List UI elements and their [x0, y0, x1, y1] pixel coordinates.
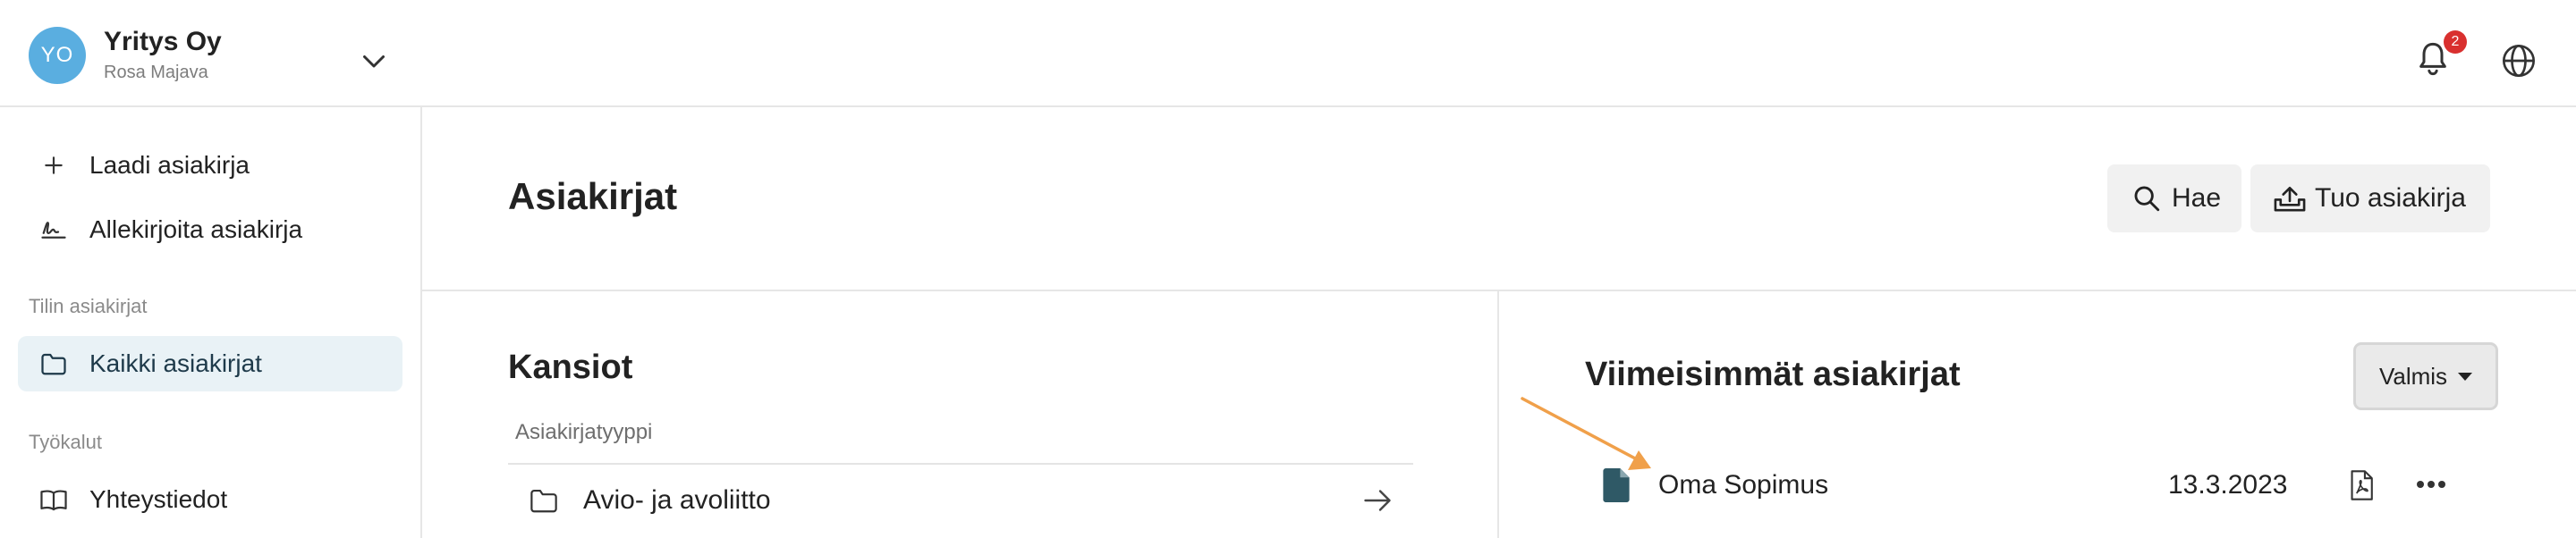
- folder-row-label: Avio- ja avoliitto: [583, 485, 771, 515]
- sidebar-item-contacts[interactable]: Yhteystiedot: [18, 472, 402, 527]
- divider: [508, 463, 1413, 465]
- chevron-down-icon[interactable]: [358, 45, 390, 77]
- sidebar-item-create-document[interactable]: Laadi asiakirja: [18, 138, 402, 193]
- sidebar-item-label: Laadi asiakirja: [89, 151, 250, 179]
- section-label-tools: Työkalut: [29, 431, 102, 453]
- globe-icon[interactable]: [2501, 43, 2537, 79]
- plus-icon: [36, 147, 72, 183]
- document-date: 13.3.2023: [2168, 470, 2288, 500]
- sidebar-item-sign-document[interactable]: Allekirjoita asiakirja: [18, 202, 402, 257]
- search-button[interactable]: Hae: [2107, 164, 2241, 232]
- folder-icon: [36, 346, 72, 382]
- folder-row[interactable]: Avio- ja avoliitto: [508, 474, 1413, 527]
- column-header-document-type: Asiakirjatyyppi: [515, 420, 653, 444]
- search-button-label: Hae: [2172, 183, 2222, 213]
- column-divider: [1497, 291, 1499, 538]
- arrow-right-icon[interactable]: [1361, 484, 1394, 517]
- sidebar-item-label: Yhteystiedot: [89, 485, 228, 513]
- document-row[interactable]: Oma Sopimus 13.3.2023: [1592, 461, 2469, 511]
- notification-badge: 2: [2444, 30, 2467, 54]
- signature-icon: [36, 212, 72, 248]
- sidebar: Laadi asiakirja Allekirjoita asiakirja T…: [0, 107, 422, 538]
- top-header: YO Yritys Oy Rosa Majava 2: [0, 7, 2576, 107]
- status-filter-value: Valmis: [2378, 362, 2448, 390]
- pdf-icon[interactable]: [2349, 470, 2374, 500]
- more-options-icon[interactable]: [2415, 474, 2447, 495]
- book-icon: [36, 482, 72, 517]
- import-document-button[interactable]: Tuo asiakirja: [2250, 164, 2490, 232]
- status-filter-select[interactable]: Valmis: [2356, 345, 2496, 408]
- sidebar-item-label: Kaikki asiakirjat: [89, 349, 262, 377]
- section-label-account-documents: Tilin asiakirjat: [29, 295, 148, 317]
- recent-documents-title: Viimeisimmät asiakirjat: [1585, 356, 1961, 393]
- document-name[interactable]: Oma Sopimus: [1658, 470, 1828, 500]
- sidebar-item-label: Allekirjoita asiakirja: [89, 215, 303, 243]
- import-button-label: Tuo asiakirja: [2315, 183, 2466, 213]
- company-name[interactable]: Yritys Oy: [104, 27, 222, 57]
- page-title: Asiakirjat: [508, 175, 678, 217]
- user-name: Rosa Majava: [104, 63, 208, 82]
- sidebar-item-all-documents[interactable]: Kaikki asiakirjat: [18, 336, 402, 391]
- upload-icon: [2272, 181, 2308, 216]
- avatar[interactable]: YO: [29, 27, 86, 84]
- document-icon: [1603, 468, 1630, 502]
- folders-title: Kansiot: [508, 349, 633, 386]
- caret-down-icon: [2458, 372, 2473, 381]
- folder-icon: [526, 483, 562, 518]
- search-icon: [2129, 181, 2165, 216]
